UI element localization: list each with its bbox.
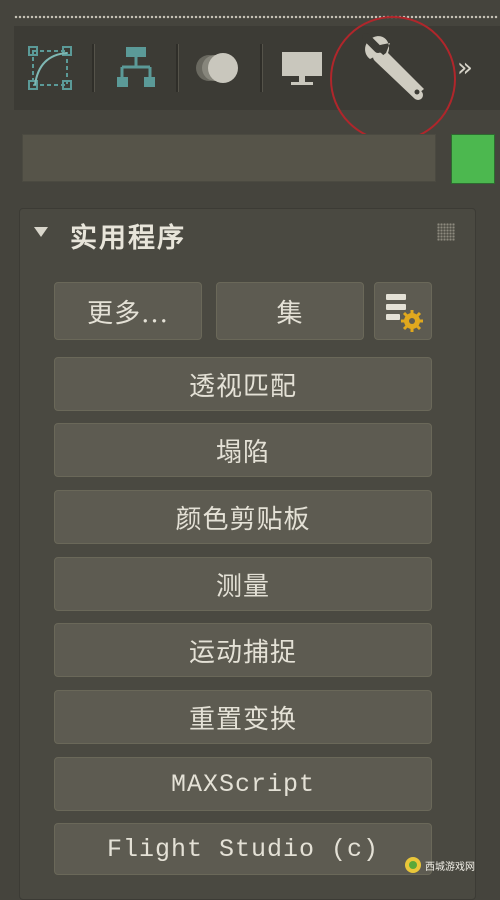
highlight-circle bbox=[330, 16, 456, 142]
object-color-swatch[interactable] bbox=[451, 134, 495, 184]
tab-divider bbox=[92, 44, 95, 92]
tab-divider bbox=[260, 44, 263, 92]
tab-display[interactable] bbox=[276, 26, 328, 110]
reset-xform-button[interactable]: 重置变换 bbox=[54, 690, 432, 744]
rollout-grip-icon[interactable] bbox=[437, 223, 455, 241]
collapse-button[interactable]: 塌陷 bbox=[54, 423, 432, 477]
tab-motion[interactable] bbox=[190, 26, 246, 110]
object-name-field[interactable] bbox=[22, 134, 436, 182]
motion-icon bbox=[196, 53, 238, 83]
rollout-collapse-icon[interactable] bbox=[34, 227, 48, 237]
hierarchy-icon bbox=[117, 47, 155, 87]
color-clipboard-button[interactable]: 颜色剪贴板 bbox=[54, 490, 432, 544]
tab-divider bbox=[176, 44, 179, 92]
tab-create[interactable] bbox=[24, 26, 76, 110]
site-watermark: 西城游戏网 bbox=[404, 852, 496, 878]
flight-studio-button[interactable]: Flight Studio (c) bbox=[54, 823, 432, 875]
configure-sets-button[interactable] bbox=[374, 282, 432, 340]
panel-drag-strip bbox=[14, 14, 498, 20]
sets-button[interactable]: 集 bbox=[216, 282, 364, 340]
measure-button[interactable]: 测量 bbox=[54, 557, 432, 611]
watermark-logo-icon bbox=[405, 857, 421, 873]
rollout-title[interactable]: 实用程序 bbox=[70, 216, 186, 255]
list-settings-icon bbox=[386, 294, 423, 332]
perspective-match-button[interactable]: 透视匹配 bbox=[54, 357, 432, 411]
motion-capture-button[interactable]: 运动捕捉 bbox=[54, 623, 432, 677]
curve-editor-icon bbox=[28, 46, 72, 90]
monitor-icon bbox=[282, 52, 322, 85]
watermark-text: 西城游戏网 bbox=[425, 861, 475, 873]
maxscript-button[interactable]: MAXScript bbox=[54, 757, 432, 811]
more-button[interactable]: 更多... bbox=[54, 282, 202, 340]
double-chevron-right-icon: » bbox=[457, 53, 473, 83]
tab-hierarchy[interactable] bbox=[110, 26, 162, 110]
